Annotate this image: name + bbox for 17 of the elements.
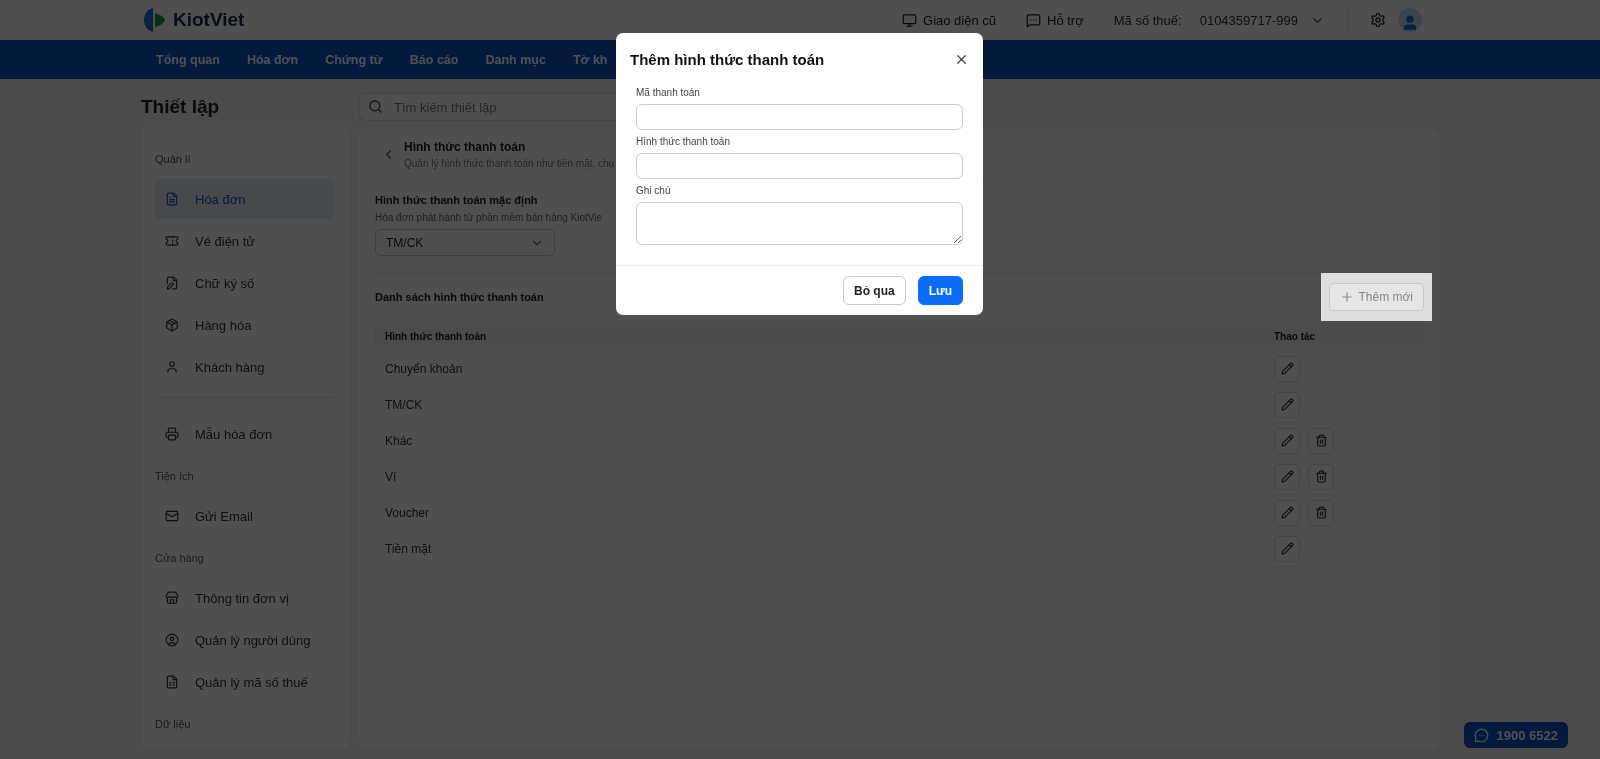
tax-label: Mã số thuế:	[1113, 12, 1182, 28]
field-label: Ghi chú	[636, 185, 672, 196]
list-title: Danh sách hình thức thanh toán	[375, 291, 544, 303]
table-cell-text: TM/CK	[385, 397, 424, 412]
table-cell-text: Tiền mặt	[385, 541, 433, 556]
column-header: Hình thức thanh toán	[385, 330, 488, 342]
section-title: Hình thức thanh toán	[404, 140, 527, 154]
table-cell-text: Ví	[385, 469, 398, 484]
default-method-title: Hình thức thanh toán mặc định	[375, 194, 539, 206]
column-header: Thao tác	[1274, 330, 1317, 342]
table-cell-text: Voucher	[385, 505, 431, 520]
table-cell-text: Khác	[385, 433, 414, 448]
logo-text: KiotViet	[173, 9, 245, 31]
page-title: Thiết lập	[141, 95, 221, 119]
field-label: Hình thức thanh toán	[636, 136, 731, 147]
dialog-title: Thêm hình thức thanh toán	[630, 50, 825, 68]
table-cell-text: Chuyển khoản	[385, 361, 464, 376]
